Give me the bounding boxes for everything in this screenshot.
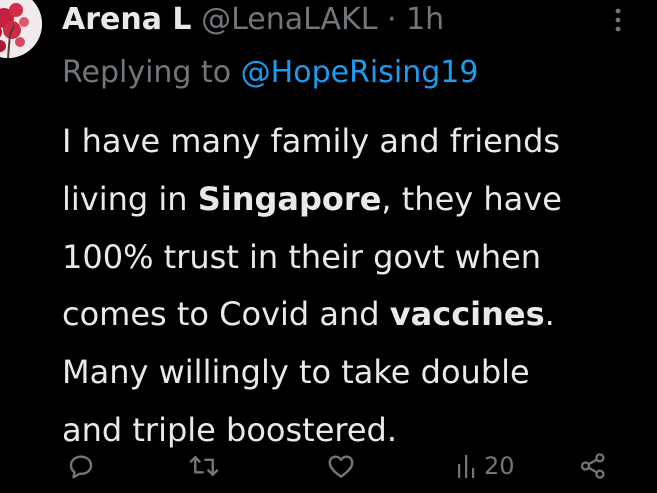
tweet-text-line: Many willingly to take double [62, 344, 652, 402]
bold-text: vaccines [389, 295, 545, 334]
retweet-icon [189, 456, 219, 476]
views-icon [458, 455, 475, 478]
user-handle[interactable]: @LenaLAKL [201, 2, 377, 37]
bold-text: Singapore [197, 179, 382, 218]
tweet-text-line: I have many family and friends [62, 113, 652, 171]
tweet-text-line: living in Singapore, they have [62, 171, 652, 229]
text-segment: comes to Covid and [62, 295, 390, 334]
text-segment: , they have [381, 179, 562, 218]
tweet-text-line: 100% trust in their govt when [62, 229, 652, 287]
like-icon [328, 455, 354, 478]
reply-button[interactable] [66, 446, 96, 486]
replying-to: Replying to @HopeRising19 [62, 53, 478, 93]
avatar[interactable] [0, 0, 42, 58]
display-name[interactable]: Arena L [62, 2, 192, 37]
views-count: 20 [484, 452, 515, 480]
separator-dot: · [386, 2, 397, 37]
tweet-text-line: comes to Covid and vaccines. [62, 286, 652, 344]
timestamp[interactable]: 1h [406, 2, 444, 37]
text-segment: I have many family and friends [62, 122, 561, 160]
views-button[interactable]: 20 [456, 446, 515, 486]
tweet-header: Arena L @LenaLAKL · 1h [62, 2, 444, 38]
text-segment: and triple boostered. [62, 410, 398, 449]
tweet[interactable]: Arena L @LenaLAKL · 1h Replying to @Hope… [0, 0, 657, 493]
replying-to-label: Replying to [62, 55, 241, 90]
reply-icon [69, 455, 93, 479]
more-options-button[interactable] [607, 6, 629, 36]
text-segment: living in [62, 179, 198, 218]
share-icon [580, 453, 605, 479]
more-vertical-icon [615, 8, 621, 32]
action-bar: 20 [0, 446, 657, 486]
like-button[interactable] [326, 446, 356, 486]
text-segment: Many willingly to take double [62, 353, 530, 392]
retweet-button[interactable] [187, 446, 221, 486]
text-segment: 100% trust in their govt when [62, 237, 542, 276]
tweet-text: I have many family and friends living in … [62, 113, 652, 460]
mention-link[interactable]: @HopeRising19 [241, 55, 479, 90]
share-button[interactable] [578, 446, 608, 486]
text-segment: . [544, 295, 555, 334]
